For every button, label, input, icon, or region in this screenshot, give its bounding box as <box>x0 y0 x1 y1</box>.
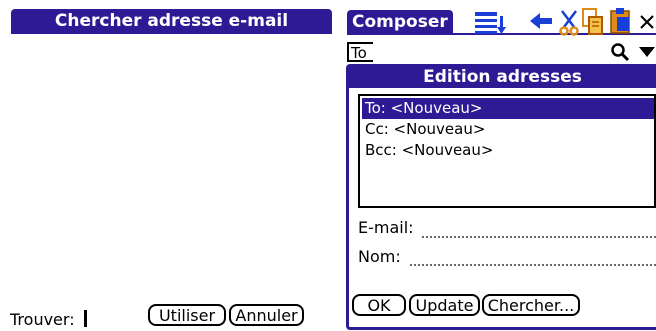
close-icon[interactable] <box>638 12 656 36</box>
cancel-button[interactable]: Annuler <box>229 304 304 326</box>
name-field[interactable] <box>410 264 656 266</box>
email-field[interactable] <box>422 236 656 238</box>
recipient-list[interactable]: To: <Nouveau> Cc: <Nouveau> Bcc: <Nouvea… <box>358 94 656 208</box>
name-label: Nom: <box>358 247 401 266</box>
paste-icon[interactable] <box>609 6 633 40</box>
search-button[interactable]: Chercher... <box>482 294 580 316</box>
list-icon[interactable] <box>474 10 508 40</box>
dialog-title: Edition adresses <box>349 66 656 88</box>
cut-icon[interactable] <box>559 10 579 40</box>
composer-title: Composer <box>347 10 453 34</box>
use-button[interactable]: Utiliser <box>148 304 226 326</box>
ok-button[interactable]: OK <box>352 294 406 316</box>
search-icon[interactable] <box>610 42 630 66</box>
list-item-bcc[interactable]: Bcc: <Nouveau> <box>362 140 654 161</box>
update-button[interactable]: Update <box>409 294 480 316</box>
chevron-down-icon[interactable] <box>638 44 656 63</box>
to-field-label[interactable]: To <box>347 42 373 62</box>
list-item-to[interactable]: To: <Nouveau> <box>362 98 654 119</box>
list-item-cc[interactable]: Cc: <Nouveau> <box>362 119 654 140</box>
email-label: E-mail: <box>358 218 414 237</box>
arrow-left-icon[interactable] <box>530 12 554 34</box>
find-input-cursor[interactable] <box>84 310 87 327</box>
search-screen-title: Chercher adresse e-mail <box>11 9 332 34</box>
copy-icon[interactable] <box>582 8 604 40</box>
find-label: Trouver: <box>10 310 75 329</box>
